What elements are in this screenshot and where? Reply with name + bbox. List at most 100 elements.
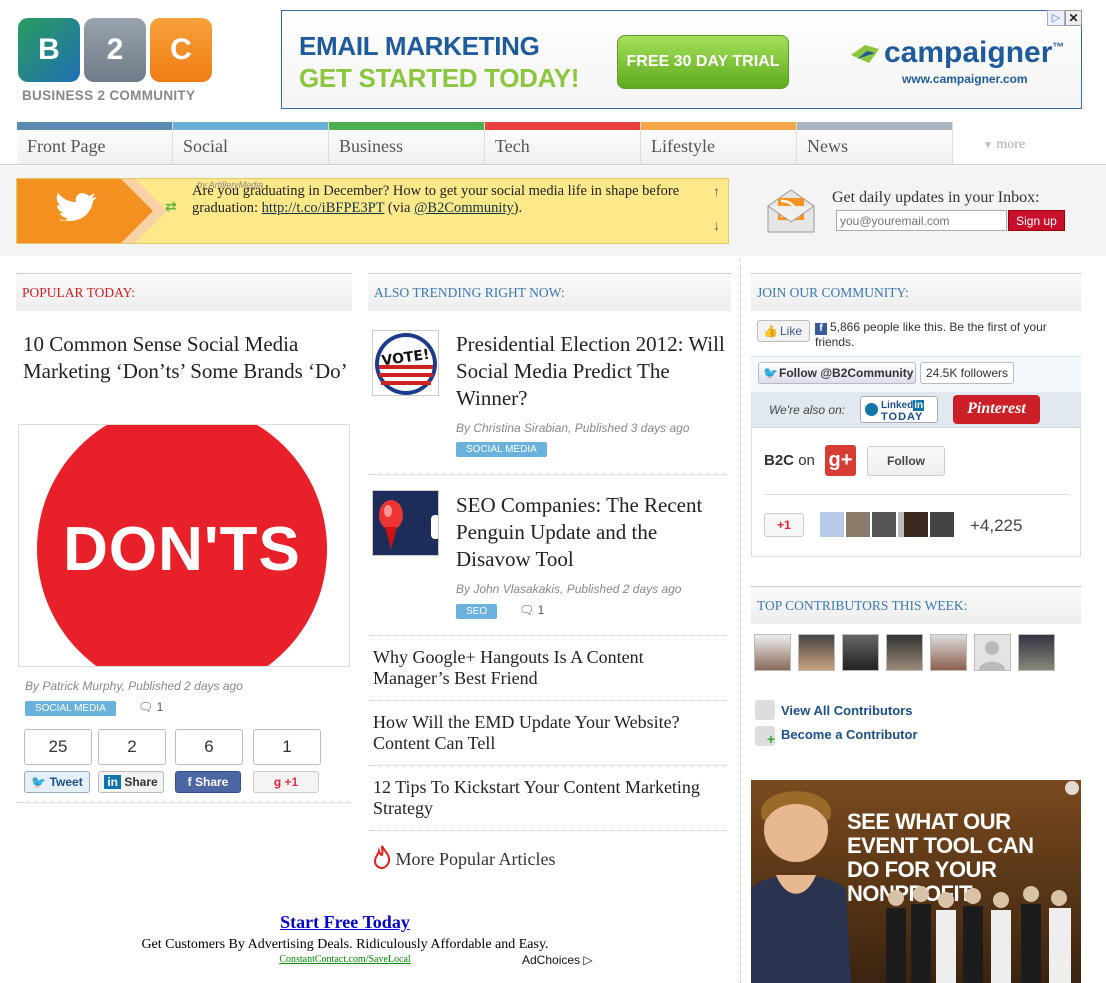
article-thumbnail[interactable] [372, 490, 439, 556]
facebook-share-button[interactable]: f Share [175, 771, 241, 793]
popular-header: POPULAR TODAY: [16, 273, 352, 311]
site-logo[interactable]: B 2 C BUSINESS 2 COMMUNITY [18, 18, 218, 106]
logo-piece-2: 2 [84, 18, 146, 82]
contributor-avatar[interactable] [842, 634, 879, 671]
nav-tab-news[interactable]: News [797, 122, 953, 164]
divider [368, 474, 728, 475]
contributor-avatar[interactable] [886, 634, 923, 671]
twitter-icon: 🐦 [31, 775, 47, 789]
adchoices-link[interactable]: AdChoices ▷ [522, 953, 593, 967]
trending-article-title[interactable]: SEO Companies: The Recent Penguin Update… [456, 492, 726, 573]
text-ad-desc: Get Customers By Advertising Deals. Ridi… [141, 937, 549, 952]
avatar [872, 512, 896, 537]
community-header: JOIN OUR COMMUNITY: [751, 273, 1081, 311]
trending-article-meta: By Christina Sirabian, Published 3 days … [456, 421, 690, 435]
also-on-bar: We're also on: Linkedin TODAY Pinterest [751, 392, 1081, 428]
twitter-follow-button[interactable]: 🐦 Follow @B2Community [758, 362, 916, 384]
ad-trial-button[interactable]: FREE 30 DAY TRIAL [617, 35, 789, 89]
ad-close-icon[interactable]: ✕ [1065, 10, 1082, 26]
nav-tab-bar [485, 122, 640, 130]
linkedin-share-button[interactable]: in Share [98, 771, 164, 793]
nav-tab-bar [173, 122, 328, 130]
plus-one-button[interactable]: +1 [764, 513, 804, 537]
divider [368, 635, 728, 636]
divider [16, 802, 352, 803]
facebook-like-button[interactable]: 👍 Like [757, 320, 810, 342]
tweet-mention[interactable]: @B2Community [414, 200, 514, 216]
signup-button[interactable]: Sign up [1008, 210, 1065, 231]
nav-more-button[interactable]: ▼ more [983, 137, 1025, 153]
logo-piece-b: B [18, 18, 80, 82]
nav-tab-front-page[interactable]: Front Page [17, 122, 173, 164]
trending-link[interactable]: How Will the EMD Update Your Website? Co… [373, 712, 723, 754]
popular-article-image[interactable]: DON'TS [18, 424, 350, 667]
facebook-like-text: f 5,866 people like this. Be the first of… [815, 320, 1047, 349]
trending-article-tag[interactable]: SEO [456, 604, 498, 619]
ticker-down-arrow-icon[interactable]: ↓ [713, 219, 720, 235]
nav-tab-business[interactable]: Business [329, 122, 485, 164]
trending-link[interactable]: Why Google+ Hangouts Is A Content Manage… [373, 647, 723, 689]
text-ad: Start Free Today Get Customers By Advert… [130, 912, 560, 965]
tweet-button[interactable]: 🐦 Tweet [24, 771, 90, 793]
ticker-up-arrow-icon[interactable]: ↑ [713, 185, 720, 201]
gplus-follow-button[interactable]: Follow [867, 446, 945, 476]
thumbs-up-icon: 👍 [763, 324, 778, 338]
become-contributor-link[interactable]: + Become a Contributor [755, 726, 918, 747]
adchoices-icon: ▷ [583, 953, 593, 967]
twitter-ticker: ⇄ by ArtilleryMedia Are you graduating i… [16, 178, 729, 244]
contributor-avatar[interactable] [930, 634, 967, 671]
nav-tab-bar [641, 122, 796, 130]
more-popular-link[interactable]: More Popular Articles [373, 845, 555, 870]
divider [764, 494, 1070, 495]
default-user-icon [979, 641, 1005, 670]
retweet-icon: ⇄ [165, 199, 177, 215]
ad-subheadline: GET STARTED TODAY! [299, 63, 580, 93]
text-ad-title[interactable]: Start Free Today [130, 912, 560, 933]
linkedin-icon: in [104, 775, 121, 789]
trending-article-tag[interactable]: SOCIAL MEDIA [456, 442, 547, 457]
popular-article-title[interactable]: 10 Common Sense Social Media Marketing ‘… [23, 331, 353, 385]
gplus-icon: g [273, 775, 282, 789]
main-nav: Front Page Social Business Tech Lifestyl… [0, 122, 1106, 165]
contributor-avatar[interactable] [1018, 634, 1055, 671]
ad-headline: EMAIL MARKETING [299, 31, 540, 61]
linkedin-icon [865, 403, 878, 416]
popular-article-tag[interactable]: SOCIAL MEDIA [25, 701, 116, 716]
linkedin-today-button[interactable]: Linkedin TODAY [860, 396, 938, 423]
pinterest-button[interactable]: Pinterest [953, 395, 1040, 424]
newsletter-email-input[interactable] [836, 210, 1007, 231]
gplus-button[interactable]: g +1 [253, 771, 319, 793]
tweet-link[interactable]: http://t.co/iBFPE3PT [262, 200, 385, 216]
trending-header: ALSO TRENDING RIGHT NOW: [368, 273, 731, 311]
trending-comment-count[interactable]: 🗨 1 [519, 603, 544, 617]
nav-tab-social[interactable]: Social [173, 122, 329, 164]
article-thumbnail[interactable]: VOTE! [372, 330, 439, 396]
trending-link[interactable]: 12 Tips To Kickstart Your Content Market… [373, 777, 723, 819]
contributor-avatar[interactable] [974, 634, 1011, 671]
twitter-bird-icon [17, 179, 167, 243]
contributors-header: TOP CONTRIBUTORS THIS WEEK: [751, 586, 1081, 624]
comment-icon: 🗨 [138, 700, 154, 714]
popular-comment-count[interactable]: 🗨 1 [138, 700, 163, 714]
view-all-contributors-link[interactable]: View All Contributors [755, 700, 912, 720]
contributor-avatar[interactable] [754, 634, 791, 671]
linkedin-count: 2 [98, 729, 166, 765]
avatar [846, 512, 870, 537]
avatar [930, 512, 954, 537]
text-ad-url[interactable]: ConstantContact.com/SaveLocal [130, 954, 560, 965]
logo-piece-c: C [150, 18, 212, 82]
contributor-avatar[interactable] [798, 634, 835, 671]
nonprofit-ad[interactable]: SEE WHAT OUR EVENT TOOL CAN DO FOR YOUR … [751, 780, 1081, 983]
divider [368, 765, 728, 766]
nav-tab-tech[interactable]: Tech [485, 122, 641, 164]
ad-info-icon[interactable]: ▷ [1047, 10, 1065, 26]
flame-icon [373, 845, 391, 870]
ad-brand: campaigner™ [884, 36, 1065, 69]
comment-icon: 🗨 [519, 603, 535, 617]
nav-tab-bar [797, 122, 952, 130]
group-icon [755, 700, 775, 720]
banner-ad[interactable]: EMAIL MARKETING GET STARTED TODAY! FREE … [281, 10, 1082, 109]
nav-tab-lifestyle[interactable]: Lifestyle [641, 122, 797, 164]
nav-tab-bar [329, 122, 484, 130]
trending-article-title[interactable]: Presidential Election 2012: Will Social … [456, 331, 726, 412]
